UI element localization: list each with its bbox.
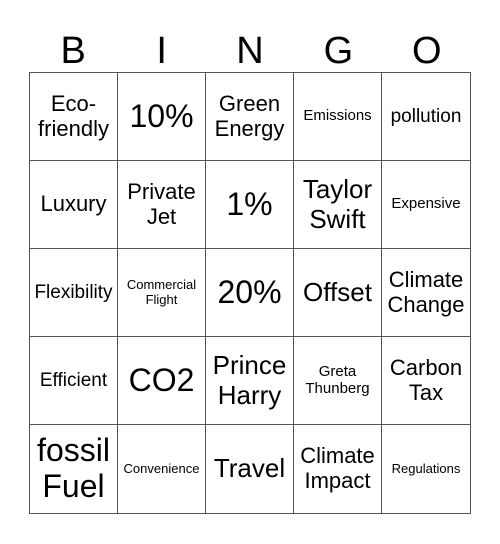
bingo-cell[interactable]: Taylor Swift (294, 161, 382, 249)
cell-label: Eco-friendly (38, 90, 109, 141)
bingo-cell[interactable]: Regulations (382, 425, 470, 513)
bingo-header: B I N G O (29, 30, 471, 72)
cell-label: 1% (226, 185, 273, 222)
bingo-cell[interactable]: Efficient (30, 337, 118, 425)
cell-label: Green Energy (214, 90, 285, 141)
cell-label: Emissions (303, 107, 372, 125)
cell-label: Efficient (39, 369, 108, 391)
cell-label: Climate Change (387, 266, 465, 317)
bingo-cell[interactable]: Offset (294, 249, 382, 337)
header-letter-g: G (323, 30, 354, 72)
bingo-cell[interactable]: Travel (206, 425, 294, 513)
header-letter-n: N (236, 30, 264, 72)
bingo-cell[interactable]: Carbon Tax (382, 337, 470, 425)
header-letter-b: B (60, 30, 86, 72)
bingo-cell[interactable]: Emissions (294, 73, 382, 161)
bingo-cell[interactable]: Flexibility (30, 249, 118, 337)
bingo-cell[interactable]: Climate Impact (294, 425, 382, 513)
cell-label: fossil Fuel (37, 432, 110, 504)
cell-label: Private Jet (127, 178, 196, 229)
cell-label: Flexibility (34, 281, 113, 303)
header-letter-i: I (156, 30, 167, 72)
bingo-cell[interactable]: 20% (206, 249, 294, 337)
cell-label: Taylor Swift (302, 174, 373, 234)
bingo-cell[interactable]: 1% (206, 161, 294, 249)
cell-label: Climate Impact (300, 443, 375, 493)
cell-label: Prince Harry (212, 350, 287, 410)
cell-label: Offset (303, 276, 372, 307)
header-letter-o: O (412, 30, 442, 72)
cell-label: Expensive (391, 195, 461, 213)
bingo-cell[interactable]: Private Jet (118, 161, 206, 249)
bingo-cell[interactable]: Climate Change (382, 249, 470, 337)
cell-label: Regulations (391, 460, 461, 476)
bingo-cell[interactable]: Luxury (30, 161, 118, 249)
cell-label: Convenience (123, 460, 200, 476)
bingo-cell[interactable]: Eco-friendly (30, 73, 118, 161)
bingo-cell[interactable]: Greta Thunberg (294, 337, 382, 425)
bingo-cell[interactable]: fossil Fuel (30, 425, 118, 513)
bingo-grid: Eco-friendly 10% Green Energy Emissions p… (29, 72, 471, 514)
bingo-cell[interactable]: 10% (118, 73, 206, 161)
bingo-cell[interactable]: CO2 (118, 337, 206, 425)
bingo-cell[interactable]: Expensive (382, 161, 470, 249)
cell-label: Travel (213, 453, 286, 484)
cell-label: CO2 (128, 361, 195, 398)
bingo-cell[interactable]: Prince Harry (206, 337, 294, 425)
cell-label: Commercial Flight (126, 276, 197, 307)
bingo-cell[interactable]: Convenience (118, 425, 206, 513)
bingo-cell[interactable]: Commercial Flight (118, 249, 206, 337)
bingo-cell[interactable]: Green Energy (206, 73, 294, 161)
cell-label: Greta Thunberg (305, 362, 370, 397)
bingo-cell[interactable]: pollution (382, 73, 470, 161)
cell-label: Luxury (40, 191, 107, 217)
cell-label: 20% (217, 273, 282, 310)
cell-label: 10% (129, 97, 194, 134)
cell-label: Carbon Tax (389, 354, 463, 405)
cell-label: pollution (390, 105, 462, 127)
